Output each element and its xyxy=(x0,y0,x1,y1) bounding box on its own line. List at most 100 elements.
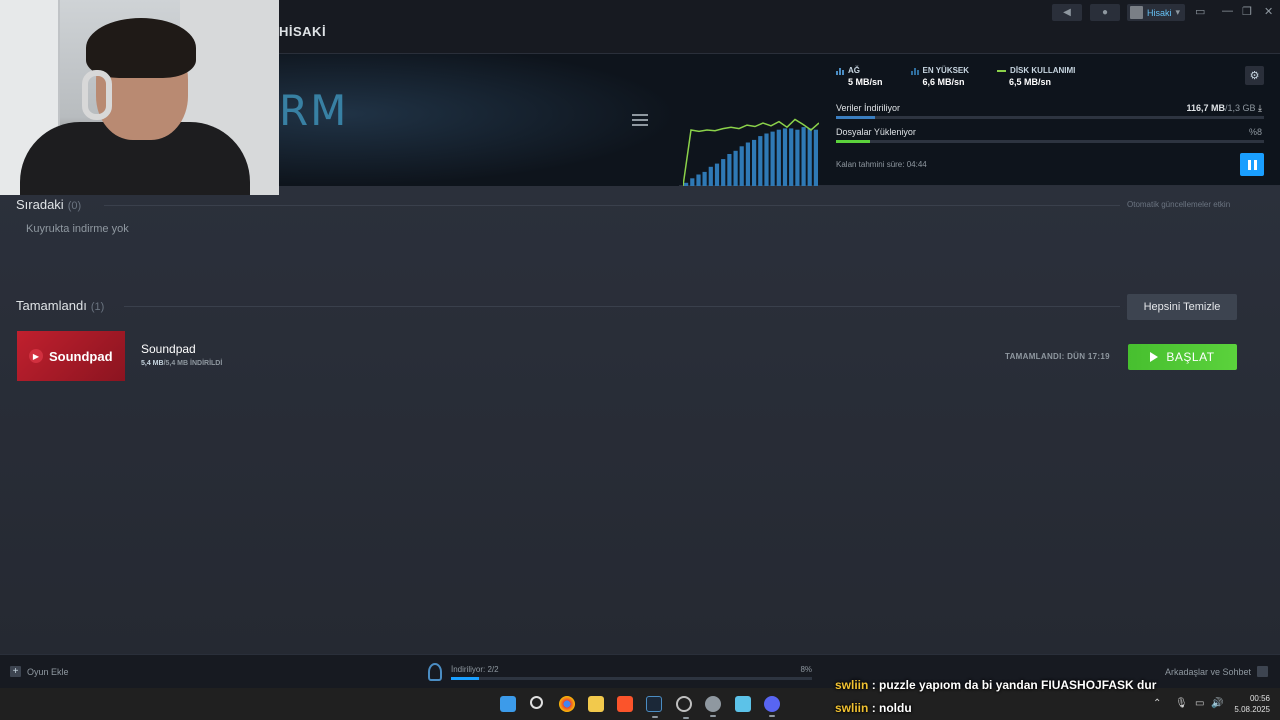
chat-message: swliin : noldu xyxy=(835,701,912,715)
chrome-icon[interactable] xyxy=(559,696,575,712)
soundpad-thumbnail[interactable]: ▶ Soundpad xyxy=(17,331,125,381)
add-game-label: Oyun Ekle xyxy=(27,666,69,677)
download-progress-row: Veriler İndiriliyor 116,7 MB/1,3 GB ⤓ xyxy=(836,103,1264,119)
taskbar-clock[interactable]: 00:56 5.08.2025 xyxy=(1232,693,1270,715)
close-icon[interactable]: ✕ xyxy=(1264,5,1273,18)
completed-item-size: 5,4 MB/5,4 MB İNDİRİLDİ xyxy=(141,360,222,367)
file-explorer-icon[interactable] xyxy=(588,696,604,712)
headphones-icon xyxy=(82,70,112,120)
search-icon[interactable] xyxy=(530,696,543,709)
bars-icon xyxy=(910,67,919,75)
upload-progress-row: Dosyalar Yükleniyor %8 xyxy=(836,127,1264,143)
completed-item-name[interactable]: Soundpad xyxy=(141,342,196,356)
stat-network-value: 5 MB/sn xyxy=(848,77,883,87)
download-graph xyxy=(683,118,819,186)
stat-network-label: AĞ xyxy=(848,66,860,75)
upload-progress-label: Dosyalar Yükleniyor xyxy=(836,127,916,137)
maximize-icon[interactable]: ❐ xyxy=(1242,5,1252,18)
graph-bar xyxy=(733,150,738,186)
game-logo: RM xyxy=(279,86,349,135)
thumbnail-brand-text: Soundpad xyxy=(49,348,113,364)
line-icon xyxy=(997,69,1007,72)
queue-section-title: Sıradaki (0) xyxy=(16,197,81,212)
user-name: Hisaki xyxy=(1147,7,1172,18)
upload-progress-fill xyxy=(836,140,871,143)
play-icon: ▶ xyxy=(29,349,43,363)
auto-updates-text[interactable]: Otomatik güncellemeler etkin xyxy=(1127,200,1230,209)
play-label: BAŞLAT xyxy=(1166,350,1215,364)
plus-icon: + xyxy=(10,666,21,677)
graph-bar xyxy=(739,146,744,186)
graph-bar xyxy=(752,139,757,186)
tray-chevron-up-icon[interactable]: ⌃ xyxy=(1153,698,1161,709)
brave-icon[interactable] xyxy=(617,696,633,712)
chat-user: swliin xyxy=(835,701,869,715)
stat-disk: DİSK KULLANIMI 6,5 MB/sn xyxy=(997,66,1075,87)
settings-icon[interactable] xyxy=(705,696,721,717)
big-picture-icon[interactable]: ▭ xyxy=(1195,5,1205,18)
chat-text: : noldu xyxy=(871,701,912,715)
clear-all-button[interactable]: Hepsini Temizle xyxy=(1127,294,1237,320)
friends-icon xyxy=(1257,666,1268,677)
minimize-icon[interactable]: — xyxy=(1222,5,1233,17)
queue-divider xyxy=(104,205,1120,206)
webcam-person-hair xyxy=(86,18,196,78)
windows-start-icon[interactable] xyxy=(500,696,516,712)
notifications-button[interactable]: ● xyxy=(1090,4,1120,21)
graph-bar xyxy=(764,133,769,186)
gear-icon: ⚙ xyxy=(1249,70,1260,82)
stat-peak: EN YÜKSEK 6,6 MB/sn xyxy=(910,66,970,87)
upload-progress-track xyxy=(836,140,1264,143)
webcam-overlay xyxy=(0,0,279,195)
graph-bar xyxy=(758,136,763,186)
statusbar-progress-fill xyxy=(451,677,479,680)
chat-message: swliin : puzzle yapıom da bi yandan FIUA… xyxy=(835,678,1156,692)
download-progress-fill xyxy=(836,116,875,119)
completed-count: (1) xyxy=(90,301,105,313)
hamburger-menu-icon[interactable] xyxy=(632,114,648,126)
download-stats: AĞ 5 MB/sn EN YÜKSEK 6,6 MB/sn DİSK KULL… xyxy=(836,66,1075,87)
graph-bar xyxy=(714,163,720,186)
steam-icon[interactable] xyxy=(646,696,662,718)
notepad-icon[interactable] xyxy=(735,696,751,712)
completed-time: TAMAMLANDI: DÜN 17:19 xyxy=(1005,352,1110,361)
stat-peak-label: EN YÜKSEK xyxy=(922,66,970,75)
friends-chat-button[interactable]: Arkadaşlar ve Sohbet xyxy=(1165,666,1268,677)
clock-date: 5.08.2025 xyxy=(1234,705,1270,714)
pause-button[interactable] xyxy=(1240,153,1264,176)
eta-text: Kalan tahmini süre: 04:44 xyxy=(836,160,927,169)
statusbar-download-text: İndiriliyor: 2/2 xyxy=(451,665,499,674)
download-progress-track xyxy=(836,116,1264,119)
play-button[interactable]: BAŞLAT xyxy=(1128,344,1237,370)
app-icon[interactable] xyxy=(676,696,692,719)
announcements-button[interactable]: ◀ xyxy=(1052,4,1082,21)
game-artwork: RM xyxy=(279,54,679,186)
stat-network: AĞ 5 MB/sn xyxy=(836,66,883,87)
statusbar-progress-track xyxy=(451,677,812,680)
user-menu-button[interactable]: Hisaki ▾ xyxy=(1127,4,1185,21)
add-game-button[interactable]: + Oyun Ekle xyxy=(10,666,69,677)
avatar xyxy=(1130,6,1143,19)
download-icon: ⤓ xyxy=(1258,103,1262,113)
network-icon[interactable]: ▭ xyxy=(1195,698,1204,709)
downloads-main: Sıradaki (0) Otomatik güncellemeler etkin… xyxy=(0,186,1280,654)
graph-bar xyxy=(807,128,812,186)
stat-disk-label: DİSK KULLANIMI xyxy=(1010,66,1076,75)
download-progress-size: 116,7 MB/1,3 GB ⤓ xyxy=(1186,103,1262,114)
discord-icon[interactable] xyxy=(764,696,780,717)
bars-icon xyxy=(836,67,844,75)
graph-bar xyxy=(745,142,750,186)
upload-progress-pct: %8 xyxy=(1248,127,1262,137)
download-settings-button[interactable]: ⚙ xyxy=(1245,66,1264,85)
queue-title: Sıradaki xyxy=(16,197,64,212)
stat-peak-value: 6,6 MB/sn xyxy=(922,77,965,87)
play-triangle-icon xyxy=(1150,352,1159,362)
microphone-icon[interactable]: 🎙 xyxy=(1175,698,1188,709)
graph-bar xyxy=(801,127,806,186)
download-total: /1,3 GB xyxy=(1224,103,1256,113)
graph-bar xyxy=(770,131,775,186)
clock-time: 00:56 xyxy=(1249,694,1270,703)
completed-divider xyxy=(124,306,1120,307)
volume-icon[interactable]: 🔊 xyxy=(1211,698,1223,709)
size-rest: /5,4 MB İNDİRİLDİ xyxy=(163,360,223,367)
